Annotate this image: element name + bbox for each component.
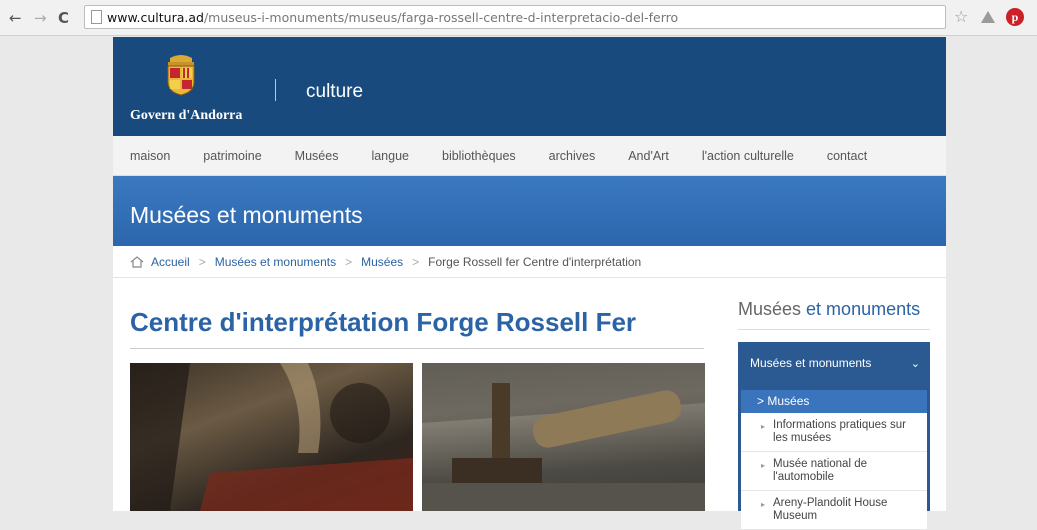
breadcrumb-home[interactable]: Accueil bbox=[151, 255, 190, 269]
forge-photo-2-art bbox=[422, 363, 705, 511]
aside-title: Musées et monuments bbox=[738, 299, 920, 320]
aside-menu-header-label: Musées et monuments bbox=[750, 356, 872, 370]
breadcrumb-separator: > bbox=[412, 254, 420, 269]
aside-submenu: ▸ Informations pratiques sur les musées ▸… bbox=[741, 413, 927, 530]
gov-name-logo[interactable]: Govern d'Andorra bbox=[130, 108, 242, 124]
nav-item-contact[interactable]: contact bbox=[827, 136, 867, 176]
section-name[interactable]: culture bbox=[306, 81, 363, 103]
breadcrumb: Accueil > Musées et monuments > Musées >… bbox=[113, 246, 946, 278]
pinterest-extension-icon[interactable]: p bbox=[1006, 8, 1024, 26]
nav-item-maison[interactable]: maison bbox=[130, 136, 170, 176]
nav-item-andart[interactable]: And'Art bbox=[628, 136, 669, 176]
breadcrumb-musees[interactable]: Musées bbox=[361, 255, 403, 269]
aside-item-automobile[interactable]: ▸ Musée national de l'automobile bbox=[741, 452, 927, 491]
browser-toolbar: ← → C www.cultura.ad/museus-i-monuments/… bbox=[0, 0, 1037, 36]
aside-menu: Musées et monuments ⌄ > Musées ▸ Informat… bbox=[738, 342, 930, 530]
aside-item-informations[interactable]: ▸ Informations pratiques sur les musées bbox=[741, 413, 927, 452]
aside-active-prefix: > bbox=[757, 394, 765, 408]
andorra-crest-logo[interactable] bbox=[164, 54, 198, 96]
forge-photo-2[interactable] bbox=[422, 363, 705, 511]
bullet-icon: ▸ bbox=[761, 500, 766, 509]
aside-item-label: Musée national de l'automobile bbox=[773, 458, 867, 483]
forge-photo-1-art bbox=[130, 363, 413, 511]
reload-button[interactable]: C bbox=[58, 9, 69, 27]
site-header: Govern d'Andorra culture bbox=[113, 37, 946, 136]
bullet-icon: ▸ bbox=[761, 422, 766, 431]
nav-item-archives[interactable]: archives bbox=[549, 136, 596, 176]
breadcrumb-current: Forge Rossell fer Centre d'interprétatio… bbox=[428, 254, 642, 269]
bookmark-star-icon[interactable]: ☆ bbox=[954, 7, 968, 26]
nav-item-patrimoine[interactable]: patrimoine bbox=[203, 136, 261, 176]
site-container: Govern d'Andorra culture maison patrimoi… bbox=[113, 37, 946, 530]
aside-item-label: Informations pratiques sur les musées bbox=[773, 419, 906, 444]
nav-item-action-culturelle[interactable]: l'action culturelle bbox=[702, 136, 794, 176]
forward-button[interactable]: → bbox=[34, 9, 47, 27]
nav-item-langue[interactable]: langue bbox=[371, 136, 409, 176]
aside-item-musees-active[interactable]: > Musées bbox=[741, 390, 927, 413]
section-banner: Musées et monuments bbox=[113, 176, 946, 246]
banner-title: Musées et monuments bbox=[130, 202, 363, 228]
breadcrumb-separator: > bbox=[345, 254, 353, 269]
aside-item-label: Areny-Plandolit House Museum bbox=[773, 497, 888, 522]
main-navigation: maison patrimoine Musées langue biblioth… bbox=[113, 136, 946, 176]
aside-menu-header[interactable]: Musées et monuments ⌄ bbox=[738, 342, 930, 383]
aside-divider bbox=[738, 329, 930, 330]
url-path: /museus-i-monuments/museus/farga-rossell… bbox=[203, 10, 679, 25]
title-divider bbox=[130, 348, 704, 349]
page-viewport: Govern d'Andorra culture maison patrimoi… bbox=[0, 37, 1037, 530]
chevron-down-icon[interactable]: ⌄ bbox=[911, 342, 920, 385]
breadcrumb-musees-monuments[interactable]: Musées et monuments bbox=[215, 255, 336, 269]
forge-photo-1[interactable] bbox=[130, 363, 413, 511]
breadcrumb-separator: > bbox=[198, 254, 206, 269]
aside-title-accent: et monuments bbox=[806, 299, 921, 319]
aside-title-plain: Musées bbox=[738, 299, 802, 319]
bullet-icon: ▸ bbox=[761, 461, 766, 470]
nav-item-bibliotheques[interactable]: bibliothèques bbox=[442, 136, 516, 176]
address-bar[interactable]: www.cultura.ad/museus-i-monuments/museus… bbox=[84, 5, 946, 29]
back-button[interactable]: ← bbox=[9, 9, 22, 27]
page-title: Centre d'interprétation Forge Rossell Fe… bbox=[130, 307, 637, 337]
drive-extension-icon[interactable] bbox=[981, 11, 995, 23]
url-host: www.cultura.ad bbox=[107, 10, 204, 25]
home-icon[interactable] bbox=[130, 255, 144, 268]
header-divider bbox=[275, 79, 276, 101]
nav-item-musees[interactable]: Musées bbox=[295, 136, 339, 176]
url-text: www.cultura.ad/museus-i-monuments/museus… bbox=[107, 10, 678, 25]
page-icon bbox=[91, 10, 102, 24]
aside-active-label: Musées bbox=[767, 394, 810, 408]
